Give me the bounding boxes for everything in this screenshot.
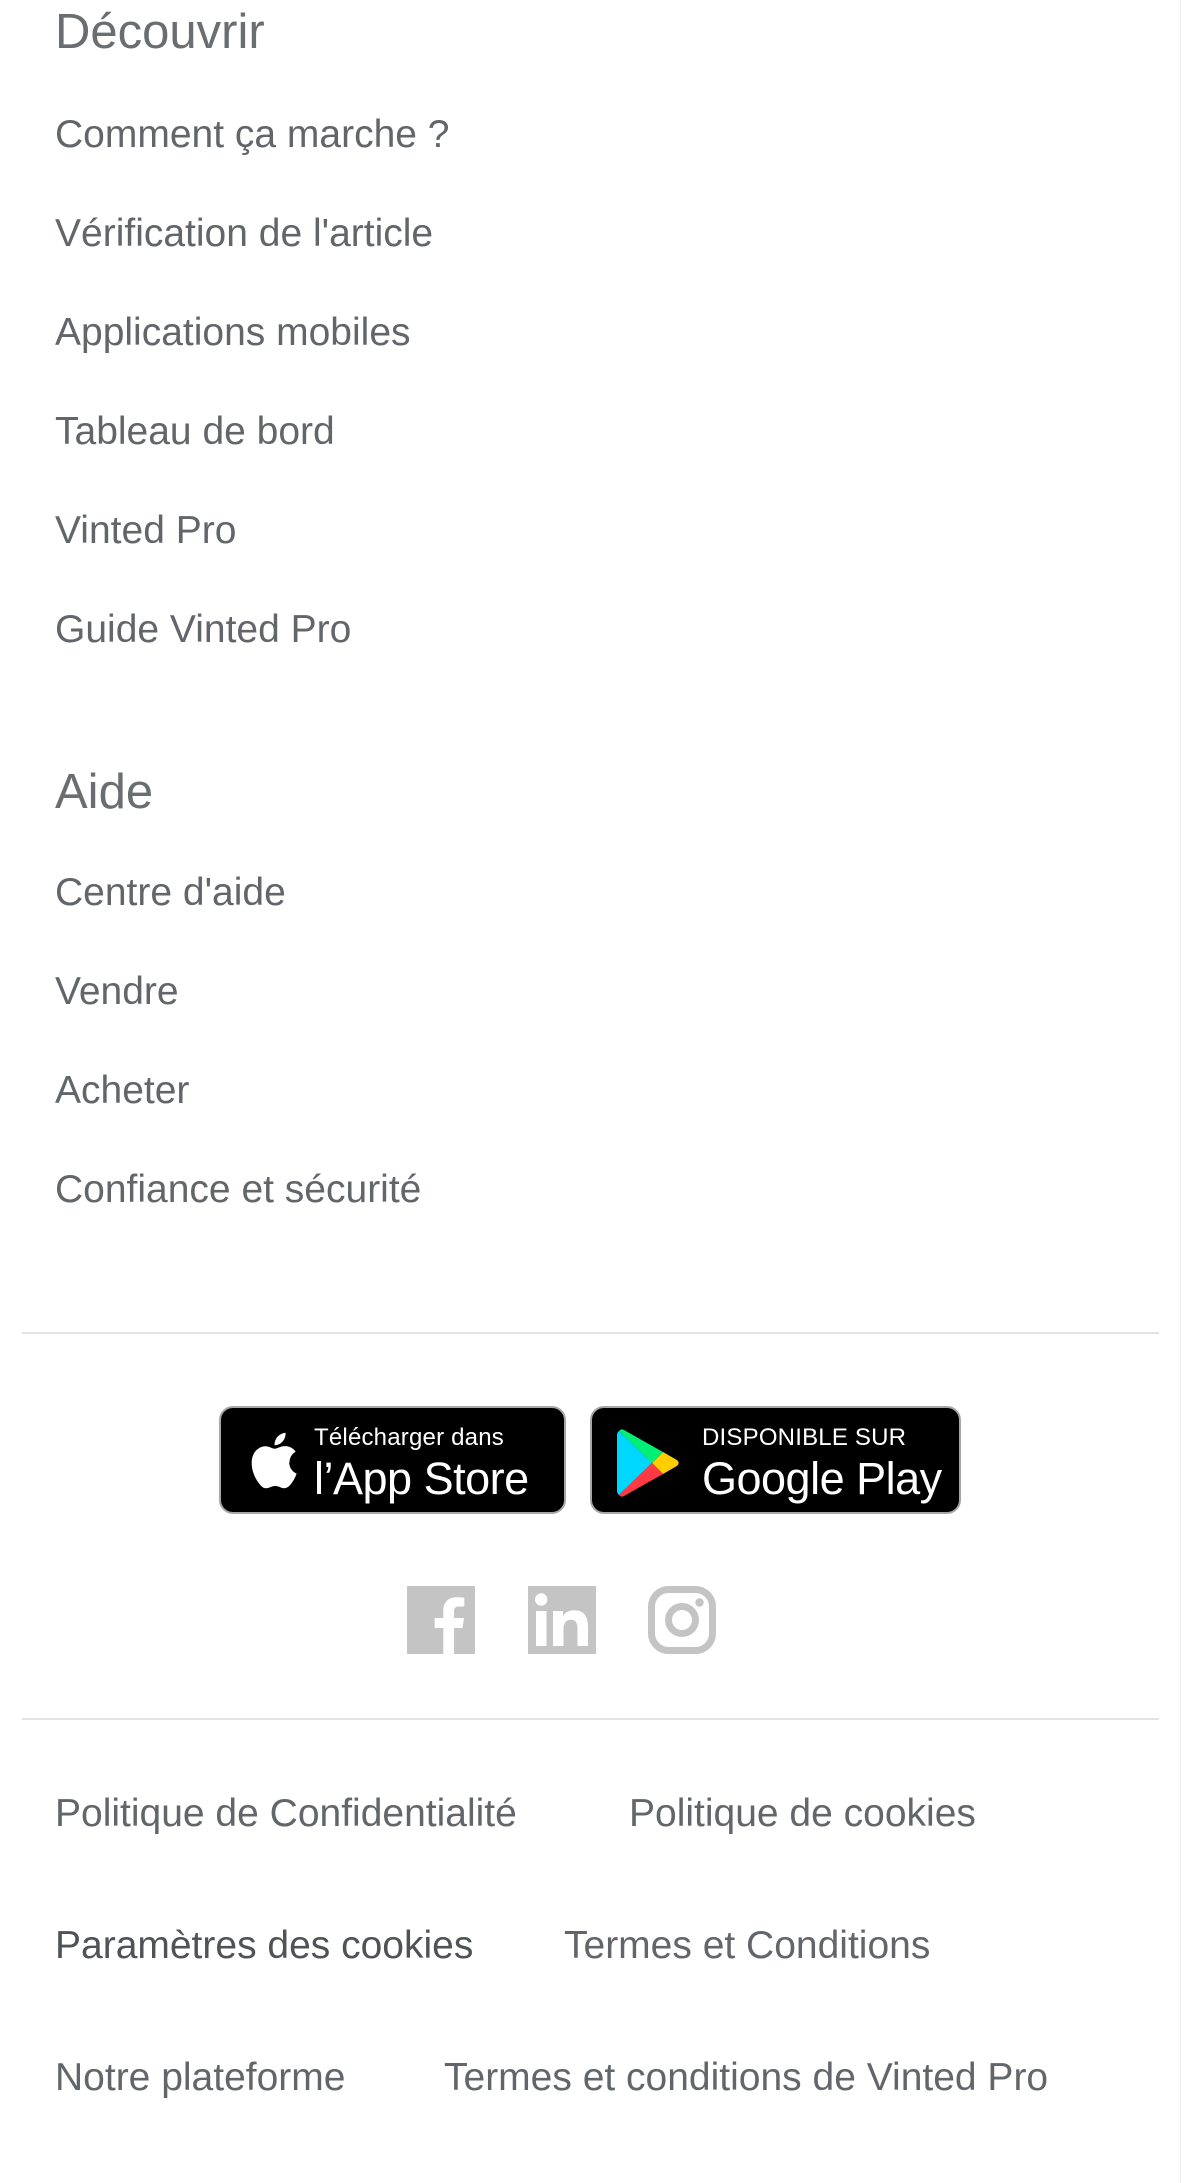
apple-icon — [251, 1432, 297, 1489]
google-play-icon — [617, 1429, 679, 1497]
section-title-help: Aide — [55, 765, 154, 819]
google-play-badge[interactable]: DISPONIBLE SUR Google Play — [590, 1406, 961, 1514]
link-dashboard[interactable]: Tableau de bord — [55, 412, 335, 451]
footer-page: Découvrir Comment ça marche ? Vérificati… — [0, 0, 1181, 2183]
linkedin-icon[interactable] — [528, 1586, 596, 1654]
google-play-small-text: DISPONIBLE SUR — [702, 1424, 907, 1451]
link-cookie-settings[interactable]: Paramètres des cookies — [55, 1926, 473, 1965]
section-title-discover: Découvrir — [55, 5, 265, 59]
app-store-small-text: Télécharger dans — [314, 1424, 504, 1451]
link-our-platform[interactable]: Notre plateforme — [55, 2058, 345, 2097]
link-terms-conditions[interactable]: Termes et Conditions — [564, 1926, 930, 1965]
link-mobile-apps[interactable]: Applications mobiles — [55, 313, 411, 352]
link-help-center[interactable]: Centre d'aide — [55, 873, 286, 912]
app-store-big-text: l’App Store — [314, 1453, 529, 1504]
google-play-big-text: Google Play — [702, 1453, 942, 1504]
link-how-it-works[interactable]: Comment ça marche ? — [55, 115, 449, 154]
link-vinted-pro-guide[interactable]: Guide Vinted Pro — [55, 610, 351, 649]
divider-top — [22, 1332, 1159, 1334]
facebook-icon[interactable] — [407, 1586, 475, 1654]
link-cookie-policy[interactable]: Politique de cookies — [629, 1794, 976, 1833]
link-sell[interactable]: Vendre — [55, 972, 179, 1011]
link-item-verification[interactable]: Vérification de l'article — [55, 214, 433, 253]
divider-bottom — [22, 1718, 1159, 1720]
link-buy[interactable]: Acheter — [55, 1071, 189, 1110]
link-trust-safety[interactable]: Confiance et sécurité — [55, 1170, 421, 1209]
app-store-badge[interactable]: Télécharger dans l’App Store — [219, 1406, 566, 1514]
link-vinted-pro-terms[interactable]: Termes et conditions de Vinted Pro — [444, 2058, 1048, 2097]
instagram-icon[interactable] — [648, 1586, 716, 1654]
link-privacy-policy[interactable]: Politique de Confidentialité — [55, 1794, 517, 1833]
link-vinted-pro[interactable]: Vinted Pro — [55, 511, 236, 550]
